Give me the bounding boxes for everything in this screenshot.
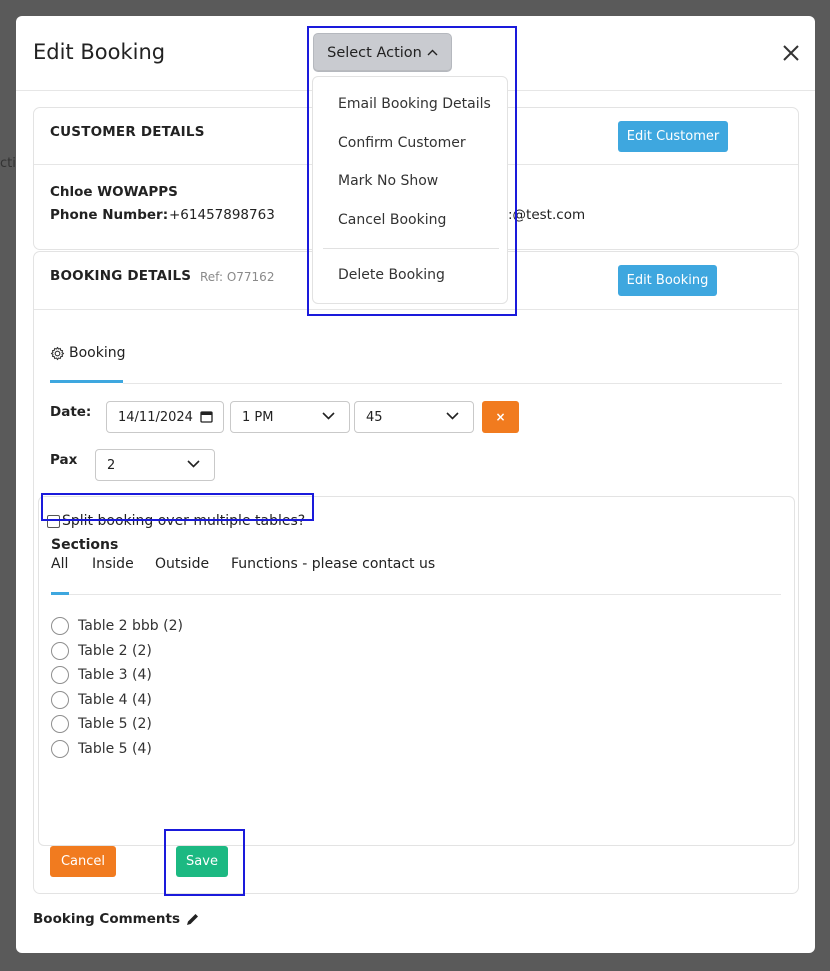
modal-title: Edit Booking bbox=[33, 40, 166, 64]
save-button[interactable]: Save bbox=[176, 846, 228, 877]
pax-value: 2 bbox=[107, 457, 116, 473]
table-radio[interactable] bbox=[51, 642, 69, 660]
booking-ref: Ref: O77162 bbox=[200, 270, 275, 284]
section-tab-inside[interactable]: Inside bbox=[92, 556, 134, 572]
section-tab-all[interactable]: All bbox=[51, 556, 68, 572]
table-label: Table 5 (4) bbox=[78, 741, 152, 757]
booking-details-card: BOOKING DETAILS Ref: O77162 Edit Booking… bbox=[33, 251, 799, 894]
date-value: 14/11/2024 bbox=[118, 409, 193, 425]
table-radio[interactable] bbox=[51, 715, 69, 733]
active-tab-indicator bbox=[50, 380, 123, 383]
table-label: Table 3 (4) bbox=[78, 667, 152, 683]
split-booking-checkbox[interactable] bbox=[47, 514, 60, 528]
table-label: Table 5 (2) bbox=[78, 716, 152, 732]
sections-label: Sections bbox=[51, 537, 119, 553]
action-dropdown-menu: Email Booking Details Confirm Customer M… bbox=[312, 76, 508, 304]
active-section-indicator bbox=[51, 592, 69, 595]
booking-comments[interactable]: Booking Comments bbox=[33, 911, 200, 927]
edit-booking-button[interactable]: Edit Booking bbox=[618, 265, 717, 296]
chevron-down-icon bbox=[187, 458, 200, 471]
clear-time-button[interactable]: × bbox=[482, 401, 519, 433]
backdrop-fragment: cti bbox=[0, 156, 16, 171]
select-action-button[interactable]: Select Action bbox=[313, 33, 452, 72]
table-radio[interactable] bbox=[51, 691, 69, 709]
hour-value: 1 PM bbox=[242, 409, 274, 425]
table-label: Table 4 (4) bbox=[78, 692, 152, 708]
tab-booking-label: Booking bbox=[69, 345, 126, 361]
section-tab-functions[interactable]: Functions - please contact us bbox=[231, 556, 435, 572]
pax-label: Pax bbox=[50, 452, 78, 468]
phone-label: Phone Number: bbox=[50, 207, 169, 223]
table-label: Table 2 (2) bbox=[78, 643, 152, 659]
calendar-icon[interactable] bbox=[200, 410, 213, 427]
cancel-button[interactable]: Cancel bbox=[50, 846, 116, 877]
chevron-down-icon bbox=[446, 410, 459, 423]
table-radio[interactable] bbox=[51, 740, 69, 758]
customer-name: Chloe WOWAPPS bbox=[50, 184, 178, 200]
menu-divider bbox=[323, 248, 499, 249]
section-tab-outside[interactable]: Outside bbox=[155, 556, 209, 572]
menu-item-delete-booking[interactable]: Delete Booking bbox=[338, 267, 445, 283]
date-label: Date: bbox=[50, 404, 92, 420]
edit-customer-button[interactable]: Edit Customer bbox=[618, 121, 728, 152]
select-action-label: Select Action bbox=[327, 44, 422, 61]
date-input[interactable]: 14/11/2024 bbox=[106, 401, 224, 433]
chevron-up-icon bbox=[427, 46, 438, 59]
email-value: :@test.com bbox=[508, 207, 586, 223]
tab-booking[interactable]: Booking bbox=[50, 345, 126, 361]
gear-icon bbox=[50, 346, 65, 361]
booking-section-title: BOOKING DETAILS bbox=[50, 268, 192, 284]
customer-section-title: CUSTOMER DETAILS bbox=[50, 124, 205, 140]
table-radio[interactable] bbox=[51, 617, 69, 635]
pencil-icon[interactable] bbox=[185, 912, 200, 927]
tab-divider bbox=[123, 383, 782, 384]
edit-booking-modal: Edit Booking Select Action Email Booking… bbox=[16, 16, 815, 953]
split-booking-label: Split booking over multiple tables? bbox=[62, 513, 306, 529]
section-divider bbox=[69, 594, 781, 595]
table-label: Table 2 bbb (2) bbox=[78, 618, 183, 634]
menu-item-confirm-customer[interactable]: Confirm Customer bbox=[338, 135, 466, 151]
table-radio[interactable] bbox=[51, 666, 69, 684]
split-booking-option[interactable]: Split booking over multiple tables? bbox=[47, 513, 305, 529]
minute-select[interactable]: 45 bbox=[354, 401, 474, 433]
menu-item-email-booking[interactable]: Email Booking Details bbox=[338, 96, 491, 112]
close-icon[interactable] bbox=[778, 40, 804, 66]
pax-select[interactable]: 2 bbox=[95, 449, 215, 481]
menu-item-mark-no-show[interactable]: Mark No Show bbox=[338, 173, 438, 189]
chevron-down-icon bbox=[322, 410, 335, 423]
comments-label: Booking Comments bbox=[33, 911, 180, 927]
card-divider bbox=[34, 309, 798, 310]
hour-select[interactable]: 1 PM bbox=[230, 401, 350, 433]
menu-item-cancel-booking[interactable]: Cancel Booking bbox=[338, 212, 446, 228]
phone-value: +61457898763 bbox=[169, 207, 275, 223]
minute-value: 45 bbox=[366, 409, 383, 425]
